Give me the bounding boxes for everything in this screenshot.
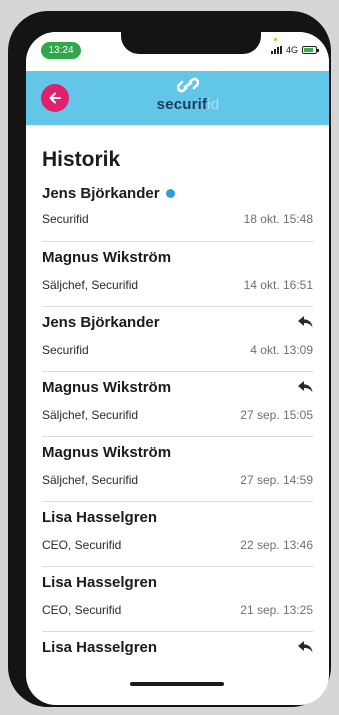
status-indicators: 4G [270, 44, 319, 56]
history-item[interactable]: Jens Björkander Securifid 4 okt. 13:09 [42, 307, 313, 372]
securifid-logo: securifid [138, 75, 238, 121]
history-item[interactable]: Magnus Wikström Säljchef, Securifid 27 s… [42, 437, 313, 502]
status-bar: 13:24 4G [26, 32, 329, 71]
item-date: 18 okt. 15:48 [243, 212, 313, 226]
app-screen: 13:24 4G securifid Historik Jens Björkan… [26, 32, 329, 705]
item-name: Lisa Hasselgren [42, 639, 158, 656]
logo-text: securifid [138, 96, 238, 113]
network-label: 4G [285, 45, 298, 55]
battery-icon [302, 46, 319, 54]
item-name-wrap: Jens Björkander [42, 185, 175, 202]
page-title: Historik [42, 148, 121, 171]
history-item[interactable]: Magnus Wikström Säljchef, Securifid 27 s… [42, 372, 313, 437]
item-name: Jens Björkander [42, 314, 160, 331]
history-item[interactable]: Lisa Hasselgren [42, 632, 313, 697]
notch [121, 32, 261, 54]
history-item[interactable]: Lisa Hasselgren CEO, Securifid 22 sep. 1… [42, 502, 313, 567]
reply-arrow-icon [298, 641, 313, 653]
item-name: Magnus Wikström [42, 249, 172, 266]
logo-mark-icon [177, 77, 199, 93]
item-subtitle: CEO, Securifid [42, 603, 122, 617]
item-subtitle: Säljchef, Securifid [42, 278, 139, 292]
history-list: Jens Björkander Securifid 18 okt. 15:48 … [42, 180, 313, 697]
item-subtitle: Säljchef, Securifid [42, 408, 139, 422]
history-item[interactable]: Jens Björkander Securifid 18 okt. 15:48 [42, 180, 313, 242]
item-name: Magnus Wikström [42, 379, 172, 396]
status-time: 13:24 [41, 42, 81, 59]
back-button[interactable] [41, 84, 69, 112]
logo-suffix-text: id [207, 96, 220, 113]
app-header: securifid [26, 71, 329, 125]
item-date: 14 okt. 16:51 [243, 278, 313, 292]
history-item[interactable]: Magnus Wikström Säljchef, Securifid 14 o… [42, 242, 313, 307]
item-subtitle: Securifid [42, 343, 89, 357]
item-name: Magnus Wikström [42, 444, 172, 461]
item-date: 27 sep. 14:59 [240, 473, 313, 487]
item-subtitle: CEO, Securifid [42, 538, 122, 552]
unread-dot-icon [165, 189, 175, 198]
item-subtitle: Säljchef, Securifid [42, 473, 139, 487]
item-date: 4 okt. 13:09 [250, 343, 313, 357]
item-date: 22 sep. 13:46 [240, 538, 313, 552]
status-dot [274, 38, 277, 41]
item-name: Jens Björkander [42, 185, 160, 202]
arrow-left-icon [49, 92, 61, 104]
phone-frame: 13:24 4G securifid Historik Jens Björkan… [8, 11, 331, 707]
item-name: Lisa Hasselgren [42, 509, 158, 526]
signal-icon [270, 46, 282, 54]
reply-arrow-icon [298, 316, 313, 328]
home-indicator[interactable] [130, 682, 224, 686]
item-date: 21 sep. 13:25 [240, 603, 313, 617]
item-date: 27 sep. 15:05 [240, 408, 313, 422]
item-subtitle: Securifid [42, 212, 89, 226]
item-name: Lisa Hasselgren [42, 574, 158, 591]
reply-arrow-icon [298, 381, 313, 393]
logo-main-text: securif [156, 96, 208, 113]
history-item[interactable]: Lisa Hasselgren CEO, Securifid 21 sep. 1… [42, 567, 313, 632]
